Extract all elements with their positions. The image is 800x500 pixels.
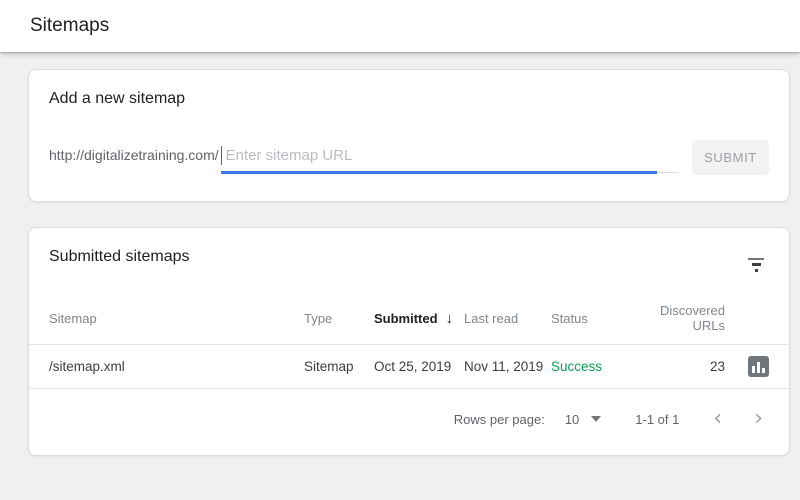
column-header-sitemap[interactable]: Sitemap	[49, 311, 304, 326]
add-sitemap-heading: Add a new sitemap	[49, 90, 186, 107]
filter-icon[interactable]	[743, 252, 769, 278]
cell-submitted-date: Oct 25, 2019	[374, 359, 452, 374]
submitted-sitemaps-heading: Submitted sitemaps	[49, 248, 190, 265]
column-header-discovered-urls[interactable]: Discovered URLs	[646, 303, 731, 333]
table-header-row: Sitemap Type Submitted ↓ Last read Statu…	[29, 292, 789, 344]
table-row[interactable]: /sitemap.xml Sitemap Oct 25, 2019 Nov 11…	[29, 344, 789, 389]
cell-last-read-date: Nov 11, 2019	[464, 359, 544, 374]
submit-button[interactable]: SUBMIT	[692, 140, 769, 175]
filter-icon-bar	[751, 263, 761, 266]
cell-discovered-urls-count: 23	[709, 359, 725, 374]
sitemap-url-input-underline	[220, 142, 679, 174]
input-focus-underline	[220, 170, 657, 174]
sitemap-url-input[interactable]	[220, 142, 679, 172]
add-sitemap-form: http://digitalizetraining.com/ SUBMIT	[49, 140, 769, 175]
text-cursor	[220, 145, 222, 165]
rows-per-page-select[interactable]: 10	[564, 411, 602, 427]
submitted-sitemaps-header: Submitted sitemaps	[29, 248, 789, 278]
pagination-range-label: 1-1 of 1	[635, 411, 680, 427]
table-pagination: Rows per page: 10 1-1 of 1 ‹ ›	[29, 389, 789, 449]
bar-chart-icon-bar	[762, 368, 765, 373]
sitemaps-table: Sitemap Type Submitted ↓ Last read Statu…	[29, 292, 789, 449]
submitted-sitemaps-card: Submitted sitemaps Sitemap Type Submitte…	[28, 227, 790, 456]
bar-chart-icon-bar	[752, 366, 755, 373]
status-badge: Success	[551, 359, 603, 374]
cell-sitemap-path: /sitemap.xml	[49, 359, 125, 374]
column-header-type[interactable]: Type	[304, 311, 374, 326]
rows-per-page-label: Rows per page:	[453, 411, 545, 427]
filter-icon-bar	[748, 258, 764, 260]
rows-per-page-value: 10	[564, 411, 580, 427]
add-sitemap-card: Add a new sitemap http://digitalizetrain…	[28, 69, 790, 202]
main-content: Add a new sitemap http://digitalizetrain…	[0, 69, 800, 456]
next-page-icon[interactable]: ›	[750, 408, 767, 430]
sort-descending-icon: ↓	[445, 309, 454, 327]
column-header-status[interactable]: Status	[551, 311, 646, 326]
filter-icon-bar	[754, 269, 758, 272]
column-header-submitted-label: Submitted	[374, 310, 438, 326]
page-title: Sitemaps	[30, 15, 110, 36]
bar-chart-icon-bar	[757, 362, 760, 373]
cell-type: Sitemap	[304, 359, 354, 374]
dropdown-arrow-icon	[591, 416, 602, 422]
column-header-submitted[interactable]: Submitted ↓	[374, 310, 464, 327]
top-header: Sitemaps	[0, 0, 800, 52]
previous-page-icon[interactable]: ‹	[709, 408, 726, 430]
site-url-prefix: http://digitalizetraining.com/	[49, 146, 219, 163]
column-header-last-read[interactable]: Last read	[464, 311, 551, 326]
bar-chart-icon[interactable]	[748, 356, 769, 377]
